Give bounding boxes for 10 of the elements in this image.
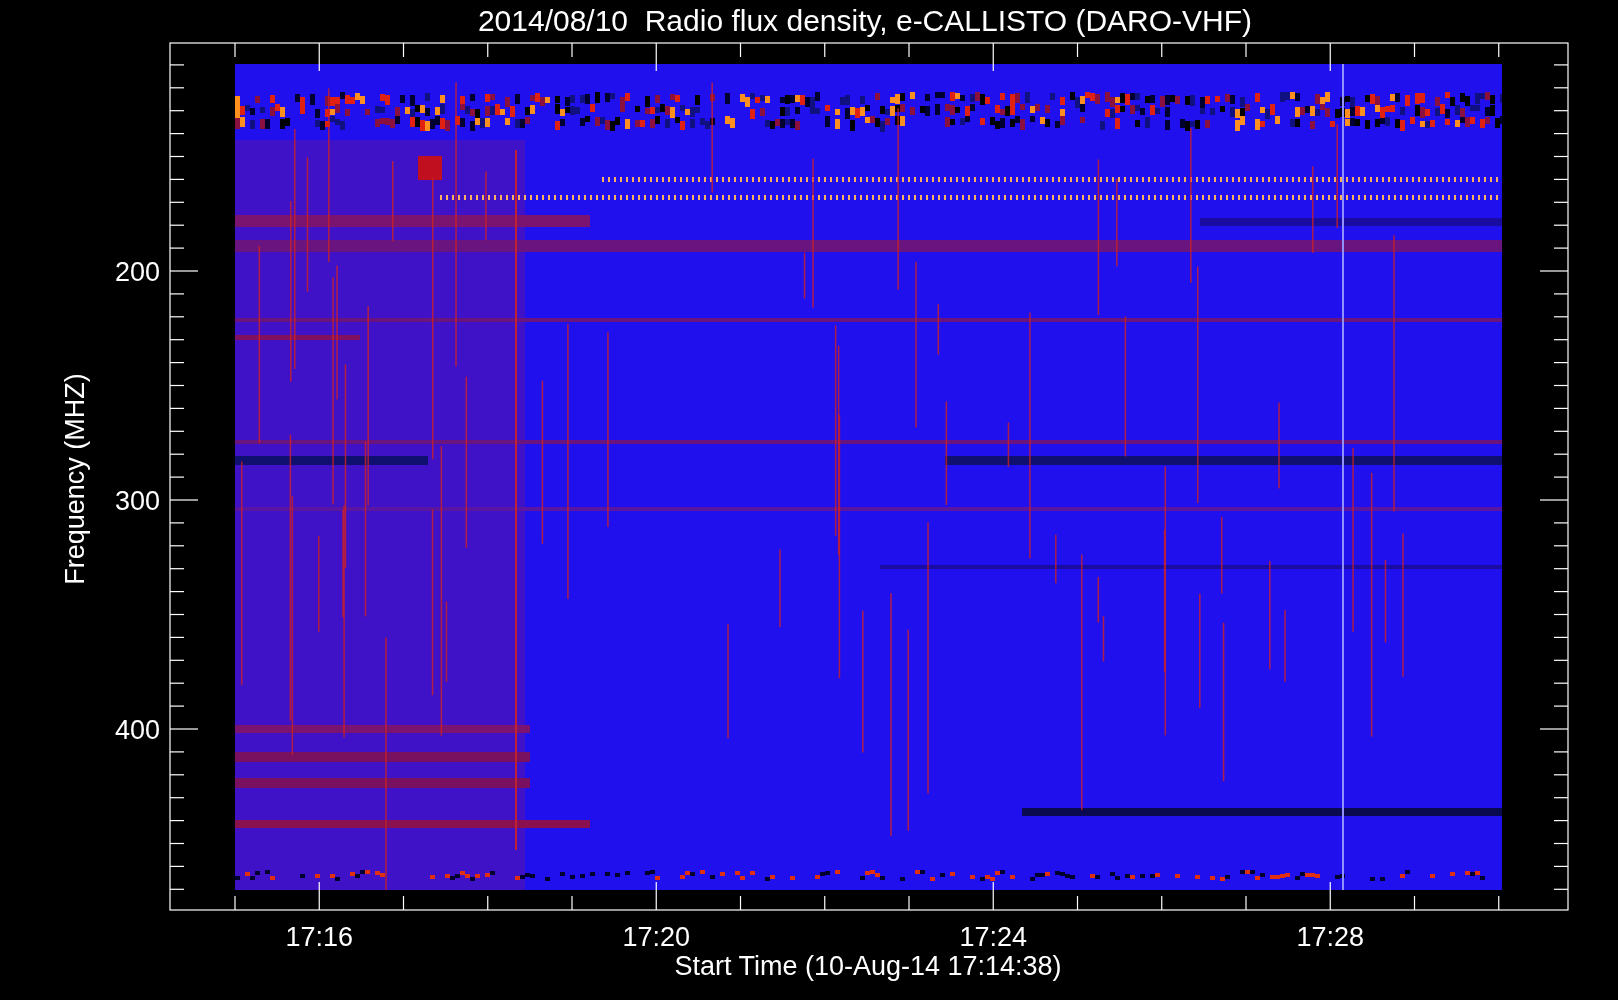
y-tick-label: 400 bbox=[114, 715, 160, 745]
x-axis-label: Start Time (10-Aug-14 17:14:38) bbox=[674, 951, 1062, 981]
y-tick-label: 300 bbox=[114, 486, 160, 516]
x-tick-label: 17:28 bbox=[1296, 922, 1365, 952]
x-tick-label: 17:24 bbox=[959, 922, 1028, 952]
x-tick-label: 17:20 bbox=[622, 922, 691, 952]
y-tick-label: 200 bbox=[114, 257, 160, 287]
chart-title: 2014/08/10 Radio flux density, e-CALLISTO (DARO-VHF) bbox=[477, 4, 1253, 37]
y-axis-label: Frequency (MHZ) bbox=[60, 373, 90, 585]
x-tick-label: 17:16 bbox=[285, 922, 354, 952]
